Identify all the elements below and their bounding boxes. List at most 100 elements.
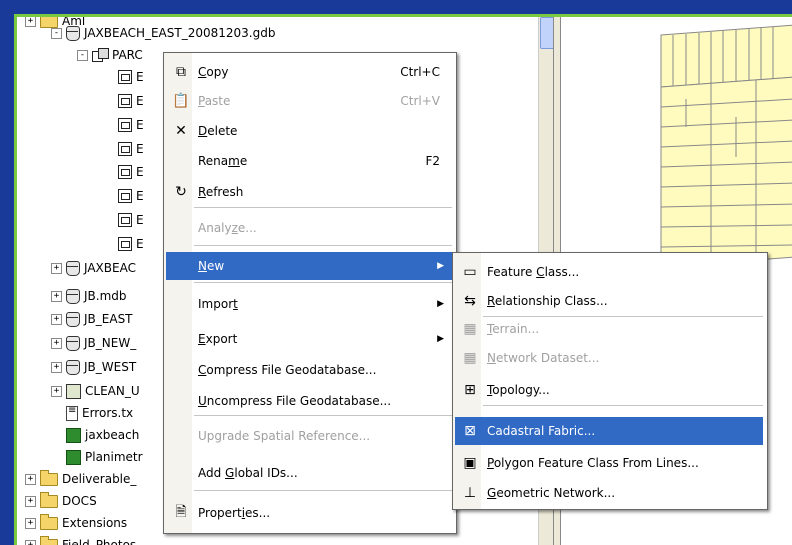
- context-menu-item-properties[interactable]: 🗎 Properties...: [166, 499, 452, 527]
- tree-item[interactable]: E: [103, 186, 144, 206]
- tree-item[interactable]: + JB_NEW_: [51, 333, 136, 353]
- feature-class-icon: ▭: [463, 264, 477, 280]
- context-menu-item-compress-file-geodatabase[interactable]: Compress File Geodatabase...: [166, 356, 452, 384]
- menu-separator: [194, 415, 452, 416]
- tree-item[interactable]: + JAXBEAC: [51, 258, 136, 278]
- tree-item-label: JB.mdb: [84, 289, 127, 303]
- tree-item-label: E: [136, 94, 144, 108]
- tree-item[interactable]: E: [103, 91, 144, 111]
- tree-item[interactable]: Errors.tx: [51, 403, 133, 423]
- submenu-item-network-dataset[interactable]: ▦ Network Dataset...: [455, 344, 763, 372]
- tree-item[interactable]: E: [103, 67, 144, 87]
- tree-item[interactable]: E: [103, 139, 144, 159]
- tree-item[interactable]: E: [103, 115, 144, 135]
- submenu-item-polygon-feature-class-from-lines[interactable]: ▣ Polygon Feature Class From Lines...: [455, 449, 763, 477]
- database-icon: [66, 25, 80, 41]
- text-file-icon: [66, 405, 78, 421]
- tree-item-label: E: [136, 70, 144, 84]
- context-menu-item-delete[interactable]: ✕ Delete: [166, 117, 452, 145]
- tree-item[interactable]: + JB_EAST: [51, 309, 133, 329]
- context-menu-item-refresh[interactable]: ↻ Refresh: [166, 178, 452, 206]
- database-icon: [66, 311, 80, 327]
- feature-class-icon: [118, 213, 132, 227]
- context-menu-item-add-global-ids[interactable]: Add Global IDs...: [166, 459, 452, 487]
- tree-item[interactable]: + Field_Photos: [25, 535, 136, 545]
- expand-icon[interactable]: +: [51, 313, 62, 325]
- menu-separator: [194, 207, 452, 208]
- context-menu-item-rename[interactable]: Rename F2: [166, 147, 452, 175]
- feature-class-icon: [118, 165, 132, 179]
- topology-icon: ⊞: [464, 382, 476, 398]
- tree-item[interactable]: Planimetr: [51, 447, 143, 467]
- geometric-network-icon: ⊥: [463, 485, 477, 501]
- expand-icon[interactable]: +: [51, 361, 62, 373]
- polygon-icon: ▣: [463, 455, 477, 471]
- expand-icon[interactable]: +: [51, 337, 62, 349]
- tree-item[interactable]: + Deliverable_: [25, 469, 136, 489]
- menu-item-label: Upgrade Spatial Reference...: [198, 429, 371, 443]
- context-menu-item-paste[interactable]: 📋 Paste Ctrl+V: [166, 87, 452, 115]
- feature-class-icon: [118, 142, 132, 156]
- menu-item-label: Relationship Class...: [487, 294, 608, 308]
- tree-item-label: JB_WEST: [84, 360, 137, 374]
- expand-icon[interactable]: +: [25, 517, 36, 529]
- submenu-item-feature-class[interactable]: ▭ Feature Class...: [455, 258, 763, 286]
- context-menu-item-new[interactable]: New ▶: [166, 252, 452, 280]
- new-submenu: ▭ Feature Class... ⇆ Relationship Class... ▦…: [452, 252, 768, 510]
- submenu-item-topology[interactable]: ⊞ Topology...: [455, 376, 763, 404]
- tree-item[interactable]: + DOCS: [25, 491, 97, 511]
- menu-item-label: Terrain...: [487, 322, 540, 336]
- submenu-item-terrain[interactable]: ▦ Terrain...: [455, 315, 763, 343]
- tree-item[interactable]: E: [103, 234, 144, 254]
- context-menu-item-analyze[interactable]: Analyze...: [166, 214, 452, 242]
- context-menu-item-upgrade-spatial-reference[interactable]: Upgrade Spatial Reference...: [166, 422, 452, 450]
- tree-item[interactable]: + CLEAN_U: [51, 381, 140, 401]
- feature-dataset-icon: [92, 48, 109, 62]
- menu-item-label: Analyze...: [198, 221, 257, 235]
- tree-item[interactable]: - PARC: [77, 45, 143, 65]
- expand-icon[interactable]: +: [25, 495, 36, 507]
- expand-icon[interactable]: +: [25, 17, 36, 27]
- menu-item-label: Cadastral Fabric...: [487, 424, 596, 438]
- feature-class-icon: [118, 189, 132, 203]
- tree-item-label: E: [136, 142, 144, 156]
- menu-item-label: Properties...: [198, 506, 271, 520]
- paste-icon: 📋: [172, 93, 190, 109]
- tree-item[interactable]: + Extensions: [25, 513, 127, 533]
- feature-class-icon: [118, 94, 132, 108]
- context-menu-item-import[interactable]: Import ▶: [166, 290, 452, 318]
- expand-icon[interactable]: +: [25, 473, 36, 485]
- tree-item[interactable]: + JB_WEST: [51, 357, 136, 377]
- tree-item-label: E: [136, 189, 144, 203]
- relationship-class-icon: ⇆: [464, 293, 476, 309]
- collapse-icon[interactable]: -: [77, 49, 88, 61]
- submenu-item-cadastral-fabric[interactable]: ⊠ Cadastral Fabric...: [455, 417, 763, 445]
- tree-item[interactable]: - JAXBEACH_EAST_20081203.gdb: [51, 23, 275, 43]
- menu-item-label: Export: [198, 332, 238, 346]
- submenu-arrow-icon: ▶: [437, 299, 444, 309]
- tree-item[interactable]: E: [103, 210, 144, 230]
- expand-icon[interactable]: +: [25, 539, 36, 545]
- menu-item-label: Polygon Feature Class From Lines...: [487, 456, 699, 470]
- submenu-item-relationship-class[interactable]: ⇆ Relationship Class...: [455, 287, 763, 315]
- tree-item-label: jaxbeach: [85, 428, 140, 442]
- tree-item[interactable]: + JB.mdb: [51, 286, 127, 306]
- tree-item-label: E: [136, 118, 144, 132]
- menu-item-label: Import: [198, 297, 238, 311]
- expand-icon[interactable]: +: [51, 290, 62, 302]
- feature-class-icon: [118, 70, 132, 84]
- expand-icon[interactable]: +: [51, 262, 62, 274]
- tree-item[interactable]: jaxbeach: [51, 425, 139, 445]
- context-menu-item-copy[interactable]: ⧉ Copy Ctrl+C: [166, 58, 452, 86]
- tree-item[interactable]: E: [103, 162, 144, 182]
- context-menu-item-export[interactable]: Export ▶: [166, 325, 452, 353]
- submenu-item-geometric-network[interactable]: ⊥ Geometric Network...: [455, 479, 763, 507]
- menu-item-label: Compress File Geodatabase...: [198, 363, 377, 377]
- tree-item-label: Extensions: [62, 516, 128, 530]
- collapse-icon[interactable]: -: [51, 27, 62, 39]
- menu-item-label: New: [198, 259, 225, 273]
- expand-icon[interactable]: +: [51, 385, 62, 397]
- shortcut-label: F2: [425, 154, 440, 168]
- context-menu-item-uncompress-file-geodatabase[interactable]: Uncompress File Geodatabase...: [166, 387, 452, 415]
- tree-item-label: PARC: [112, 48, 143, 62]
